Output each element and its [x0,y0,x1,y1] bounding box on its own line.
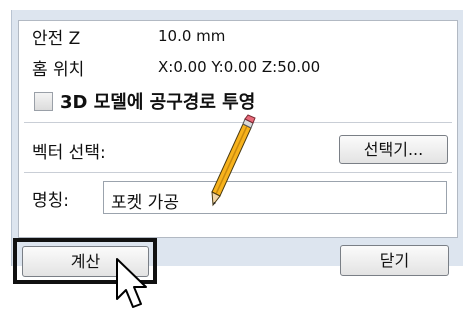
toolpath-dialog: 안전 Z 10.0 mm 홈 위치 X:0.00 Y:0.00 Z:50.00 … [0,0,465,322]
mouse-pointer-icon [116,258,147,308]
